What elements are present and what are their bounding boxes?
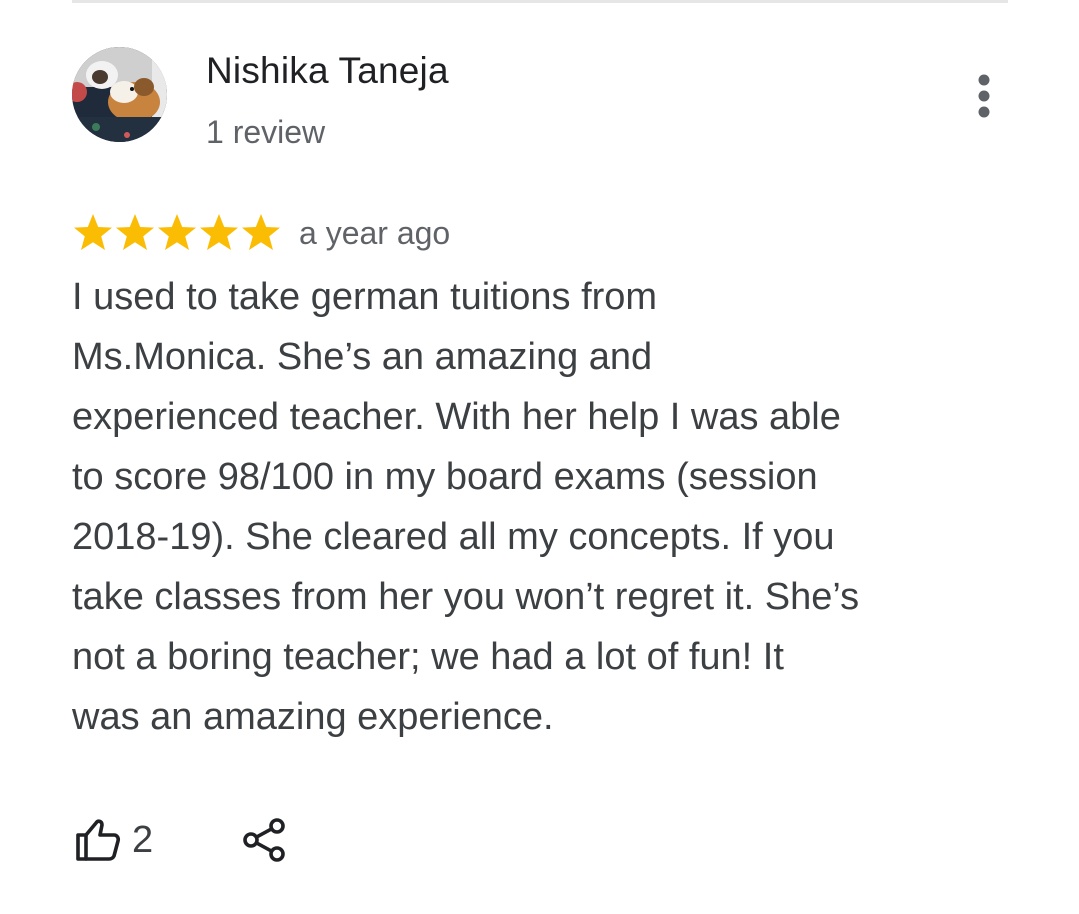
author-name[interactable]: Nishika Taneja: [206, 50, 449, 92]
review-text-line: to score 98/100 in my board exams (sessi…: [72, 456, 818, 498]
rating-row: a year ago: [72, 209, 450, 257]
more-vert-icon: [978, 74, 990, 118]
more-options-button[interactable]: [962, 68, 1006, 128]
review-actions: 2: [72, 812, 289, 868]
author-review-count: 1 review: [206, 114, 326, 150]
star-filled-icon: [242, 214, 280, 250]
review-text-line: 2018-19). She cleared all my concepts. I…: [72, 516, 835, 558]
review-timestamp: a year ago: [299, 214, 451, 251]
share-icon: [243, 818, 285, 862]
star-filled-icon: [116, 214, 154, 250]
review-text-line: experienced teacher. With her help I was…: [72, 396, 841, 438]
review-text-line: was an amazing experience.: [72, 696, 554, 738]
share-button[interactable]: [239, 815, 289, 865]
star-filled-icon: [74, 214, 112, 250]
like-count: 2: [132, 818, 154, 861]
review-text-line: I used to take german tuitions from: [72, 276, 658, 318]
thumbs-up-icon: [76, 819, 121, 861]
avatar-photo: [72, 47, 167, 142]
star-filled-icon: [158, 214, 196, 250]
review-text-line: not a boring teacher; we had a lot of fu…: [72, 636, 784, 678]
star-filled-icon: [200, 214, 238, 250]
star-rating: [72, 212, 282, 254]
review-text-line: take classes from her you won’t regret i…: [72, 576, 860, 618]
author-avatar[interactable]: [72, 47, 167, 142]
top-divider: [72, 0, 1008, 3]
review-text: I used to take german tuitions from Ms.Mo…: [72, 267, 952, 747]
review-text-line: Ms.Monica. She’s an amazing and: [72, 336, 653, 378]
like-button[interactable]: 2: [72, 815, 153, 865]
